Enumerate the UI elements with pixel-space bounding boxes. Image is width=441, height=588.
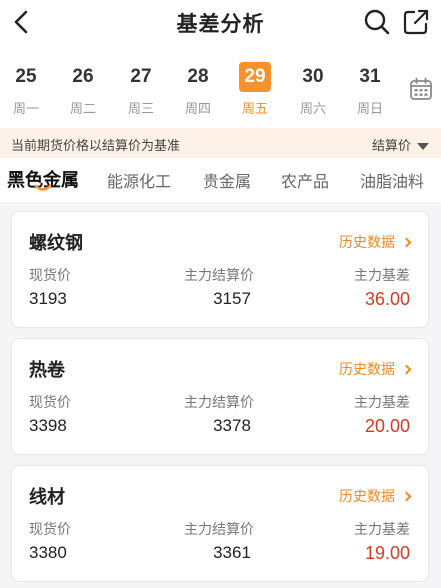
weekday-label: 周三 xyxy=(127,102,154,117)
basis-notice-bar: 当前期货价格以结算价为基准 结算价 xyxy=(0,128,441,158)
spot-price-label: 现货价 xyxy=(29,522,71,538)
basis-card[interactable]: 螺纹钢 历史数据 现货价 主力结算价 主力基差 3193 3157 36.00 xyxy=(11,211,429,328)
top-bar: 基差分析 xyxy=(0,0,441,44)
basis-card[interactable]: 线材 历史数据 现货价 主力结算价 主力基差 3380 3361 19.00 xyxy=(11,465,429,582)
weekday-label: 周日 xyxy=(356,102,383,117)
date-item-selected[interactable]: 29 周五 xyxy=(235,62,275,120)
weekday-label: 周一 xyxy=(12,102,39,117)
tab-agricultural[interactable]: 农产品 xyxy=(281,168,329,192)
share-icon[interactable] xyxy=(401,7,431,37)
date-item[interactable]: 27 周三 xyxy=(121,62,161,120)
price-basis-value: 结算价 xyxy=(371,139,411,154)
category-tabs: 黑色金属 能源化工 贵金属 农产品 油脂油料 xyxy=(0,158,441,202)
spot-price-value: 3398 xyxy=(29,416,67,435)
date-number: 26 xyxy=(72,66,94,87)
calendar-icon[interactable] xyxy=(408,76,434,102)
date-number: 28 xyxy=(187,66,209,87)
date-item[interactable]: 31 周日 xyxy=(350,62,390,120)
date-number: 29 xyxy=(239,62,271,92)
notice-text: 当前期货价格以结算价为基准 xyxy=(11,139,181,154)
chevron-right-icon xyxy=(401,491,412,502)
basis-label: 主力基差 xyxy=(354,268,410,284)
date-number: 31 xyxy=(359,66,381,87)
basis-value: 36.00 xyxy=(364,289,410,309)
spot-price-label: 现货价 xyxy=(29,395,71,411)
settle-price-label: 主力结算价 xyxy=(184,395,254,411)
weekday-label: 周四 xyxy=(184,102,211,117)
settle-price-value: 3378 xyxy=(213,416,251,435)
basis-value: 19.00 xyxy=(364,543,410,563)
commodity-name: 螺纹钢 xyxy=(29,233,83,254)
chevron-right-icon xyxy=(401,364,412,375)
weekday-label: 周六 xyxy=(299,102,326,117)
chevron-right-icon xyxy=(401,237,412,248)
basis-value: 20.00 xyxy=(364,416,410,436)
commodity-name: 线材 xyxy=(29,487,65,508)
basis-card[interactable]: 热卷 历史数据 现货价 主力结算价 主力基差 3398 3378 20.00 xyxy=(11,338,429,455)
date-number: 25 xyxy=(15,66,37,87)
commodity-name: 热卷 xyxy=(29,360,65,381)
spot-price-value: 3193 xyxy=(29,289,67,308)
settle-price-label: 主力结算价 xyxy=(184,268,254,284)
date-selector: 25 周一 26 周二 27 周三 28 周四 29 周五 30 周六 31 周… xyxy=(0,44,441,128)
date-item[interactable]: 30 周六 xyxy=(293,62,333,120)
spot-price-label: 现货价 xyxy=(29,268,71,284)
settle-price-value: 3361 xyxy=(213,543,251,562)
tab-energy-chemicals[interactable]: 能源化工 xyxy=(107,168,171,192)
history-data-link[interactable]: 历史数据 xyxy=(339,359,412,379)
weekday-label: 周二 xyxy=(69,102,96,117)
tab-precious-metals[interactable]: 贵金属 xyxy=(203,168,251,192)
settle-price-label: 主力结算价 xyxy=(184,522,254,538)
active-tab-indicator xyxy=(34,184,52,191)
spot-price-value: 3380 xyxy=(29,543,67,562)
basis-label: 主力基差 xyxy=(354,522,410,538)
search-icon[interactable] xyxy=(362,7,392,37)
date-item[interactable]: 26 周二 xyxy=(63,62,103,120)
price-basis-dropdown[interactable]: 结算价 xyxy=(372,135,429,154)
date-number: 27 xyxy=(130,66,152,87)
date-item[interactable]: 25 周一 xyxy=(6,62,46,120)
history-data-link[interactable]: 历史数据 xyxy=(339,232,412,252)
basis-label: 主力基差 xyxy=(354,395,410,411)
settle-price-value: 3157 xyxy=(213,289,251,308)
caret-down-icon xyxy=(417,143,429,150)
history-data-link[interactable]: 历史数据 xyxy=(339,486,412,506)
weekday-label: 周五 xyxy=(241,102,268,117)
date-number: 30 xyxy=(302,66,324,87)
date-item[interactable]: 28 周四 xyxy=(178,62,218,120)
tab-oils-oilseeds[interactable]: 油脂油料 xyxy=(360,168,424,192)
